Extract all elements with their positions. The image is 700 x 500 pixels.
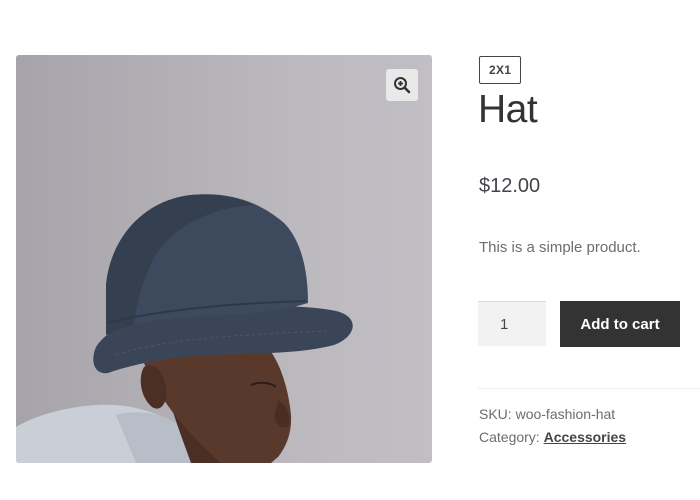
product-price: $12.00 — [479, 175, 541, 197]
product-category: Category: Accessories — [479, 428, 626, 446]
zoom-button[interactable] — [386, 69, 418, 101]
product-image[interactable] — [16, 55, 432, 463]
sku-label: SKU: — [479, 406, 512, 422]
product-short-description: This is a simple product. — [479, 239, 641, 256]
sku-value: woo-fashion-hat — [515, 406, 616, 422]
product-page: 2X1 Hat $12.00 This is a simple product.… — [0, 0, 700, 500]
divider — [478, 388, 700, 389]
category-label: Category: — [479, 429, 540, 445]
add-to-cart-button[interactable]: Add to cart — [560, 301, 680, 347]
sale-badge: 2X1 — [479, 56, 522, 84]
product-photo — [16, 194, 353, 463]
product-sku: SKU: woo-fashion-hat — [479, 405, 615, 423]
category-link[interactable]: Accessories — [544, 429, 627, 445]
quantity-input[interactable] — [478, 301, 546, 346]
product-title: Hat — [478, 88, 538, 131]
zoom-in-icon — [394, 77, 411, 94]
